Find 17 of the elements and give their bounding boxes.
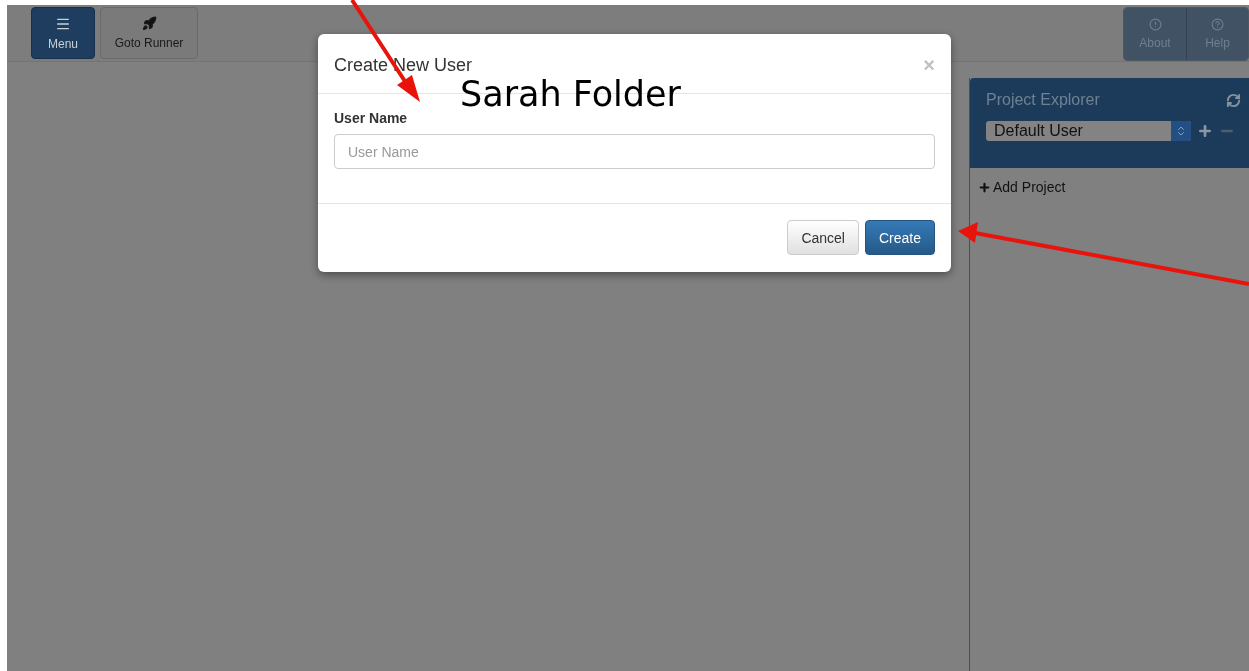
- rocket-icon: [141, 16, 157, 31]
- help-icon: [1211, 18, 1224, 31]
- add-icon[interactable]: [1197, 123, 1213, 139]
- cancel-button[interactable]: Cancel: [787, 220, 859, 255]
- add-project-link[interactable]: Add Project: [970, 168, 1249, 206]
- toolbar-button[interactable]: Goto Runner: [100, 7, 198, 59]
- user-select[interactable]: Default User: [986, 121, 1191, 141]
- menu-button[interactable]: Menu: [31, 7, 95, 59]
- user-name-field[interactable]: User Name: [334, 134, 935, 169]
- refresh-icon[interactable]: [1226, 92, 1241, 108]
- panel-title: Project Explorer: [986, 91, 1100, 109]
- field-label: User Name: [334, 110, 409, 126]
- info-icon: [1148, 18, 1162, 31]
- stepper-icon: [1175, 125, 1187, 137]
- create-button[interactable]: Create: [864, 220, 935, 255]
- annotation-text: Sarah Folder: [460, 74, 681, 114]
- plus-icon: [978, 180, 991, 194]
